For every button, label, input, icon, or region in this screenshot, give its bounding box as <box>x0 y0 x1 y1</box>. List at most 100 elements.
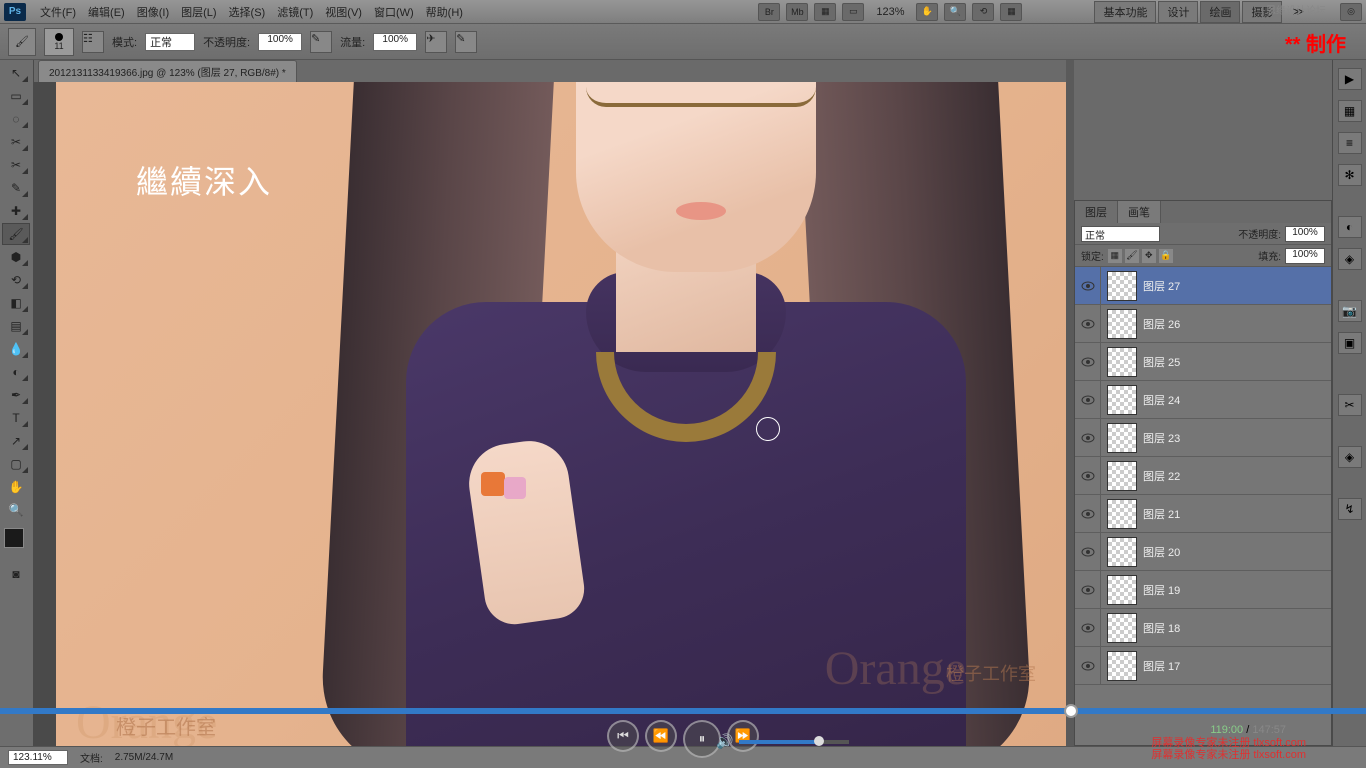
zoom-tool[interactable]: 🔍 <box>2 499 30 521</box>
blur-tool[interactable]: 💧 <box>2 338 30 360</box>
menu-file[interactable]: 文件(F) <box>34 4 82 20</box>
layer-visibility-icon[interactable] <box>1075 609 1101 646</box>
lock-transparent-icon[interactable]: ▦ <box>1108 249 1122 263</box>
quick-select-tool[interactable]: ✂ <box>2 131 30 153</box>
flow-input[interactable]: 100% <box>373 33 417 51</box>
tools-icon[interactable]: ✂ <box>1338 394 1362 416</box>
video-prev-button[interactable]: ⏮ <box>607 720 639 752</box>
airbrush-icon[interactable]: ✈ <box>425 31 447 53</box>
layer-thumbnail[interactable] <box>1107 613 1137 643</box>
layer-thumbnail[interactable] <box>1107 499 1137 529</box>
layer-visibility-icon[interactable] <box>1075 533 1101 570</box>
layer-visibility-icon[interactable] <box>1075 495 1101 532</box>
opacity-input[interactable]: 100% <box>258 33 302 51</box>
layers-tab[interactable]: 图层 <box>1075 201 1118 223</box>
layer-blend-mode[interactable]: 正常 <box>1081 226 1160 242</box>
opacity-pressure-icon[interactable]: ✎ <box>310 31 332 53</box>
layer-visibility-icon[interactable] <box>1075 381 1101 418</box>
color-swatches[interactable] <box>2 526 31 562</box>
layers-strip-icon[interactable]: ◈ <box>1338 446 1362 468</box>
layer-item[interactable]: 图层 22 <box>1075 457 1331 495</box>
brushes-tab[interactable]: 画笔 <box>1118 201 1161 223</box>
video-progress-handle[interactable] <box>1064 704 1078 718</box>
stamp-tool[interactable]: ⬢ <box>2 246 30 268</box>
layer-thumbnail[interactable] <box>1107 651 1137 681</box>
workspace-painting[interactable]: 绘画 <box>1200 1 1240 23</box>
bridge-icon[interactable]: Br <box>758 3 780 21</box>
pen-tool[interactable]: ✒ <box>2 384 30 406</box>
layer-visibility-icon[interactable] <box>1075 647 1101 684</box>
crop2-icon[interactable]: ▣ <box>1338 332 1362 354</box>
volume-icon[interactable]: 🔊 <box>716 733 733 750</box>
tablet-pressure-icon[interactable]: ✎ <box>455 31 477 53</box>
menu-help[interactable]: 帮助(H) <box>420 4 469 20</box>
navigator-icon[interactable]: ▶ <box>1338 68 1362 90</box>
extras-icon[interactable]: ▦ <box>814 3 836 21</box>
eraser-tool[interactable]: ◧ <box>2 292 30 314</box>
layer-item[interactable]: 图层 25 <box>1075 343 1331 381</box>
cslive-icon[interactable]: ◎ <box>1340 3 1362 21</box>
menu-filter[interactable]: 滤镜(T) <box>271 4 319 20</box>
document-tab[interactable]: 2012131133419366.jpg @ 123% (图层 27, RGB/… <box>38 60 297 82</box>
layer-thumbnail[interactable] <box>1107 537 1137 567</box>
video-rewind-button[interactable]: ⏪ <box>645 720 677 752</box>
menu-edit[interactable]: 编辑(E) <box>82 4 131 20</box>
brush-tool[interactable]: 🖌 <box>2 223 30 245</box>
hand-icon[interactable]: ✋ <box>916 3 938 21</box>
move-tool[interactable]: ↖ <box>2 62 30 84</box>
layer-item[interactable]: 图层 18 <box>1075 609 1331 647</box>
layer-visibility-icon[interactable] <box>1075 457 1101 494</box>
layer-visibility-icon[interactable] <box>1075 343 1101 380</box>
camera-icon[interactable]: 📷 <box>1338 300 1362 322</box>
layer-thumbnail[interactable] <box>1107 347 1137 377</box>
canvas[interactable]: Orange 繼續深入 橙子工作室 <box>34 82 1066 746</box>
screen-mode-icon[interactable]: ▭ <box>842 3 864 21</box>
paths-icon[interactable]: ↯ <box>1338 498 1362 520</box>
layer-item[interactable]: 图层 21 <box>1075 495 1331 533</box>
layer-opacity-input[interactable]: 100% <box>1285 226 1325 242</box>
status-zoom[interactable]: 123.11% <box>8 750 68 765</box>
type-tool[interactable]: T <box>2 407 30 429</box>
menu-view[interactable]: 视图(V) <box>319 4 368 20</box>
layer-item[interactable]: 图层 20 <box>1075 533 1331 571</box>
layer-thumbnail[interactable] <box>1107 575 1137 605</box>
gear-icon[interactable]: ✻ <box>1338 164 1362 186</box>
zoom-icon[interactable]: 🔍 <box>944 3 966 21</box>
rotate-icon[interactable]: ⟲ <box>972 3 994 21</box>
menu-image[interactable]: 图像(I) <box>131 4 175 20</box>
shape-tool[interactable]: ▢ <box>2 453 30 475</box>
layer-thumbnail[interactable] <box>1107 309 1137 339</box>
video-progress-bar[interactable] <box>0 708 1366 714</box>
layer-fill-input[interactable]: 100% <box>1285 248 1325 264</box>
arrange-icon[interactable]: ▦ <box>1000 3 1022 21</box>
swatches-icon[interactable]: ▦ <box>1338 100 1362 122</box>
panel-collapse-handle[interactable] <box>1066 60 1074 746</box>
layer-visibility-icon[interactable] <box>1075 419 1101 456</box>
volume-slider[interactable] <box>739 740 849 744</box>
styles-icon[interactable]: ◈ <box>1338 248 1362 270</box>
layer-item[interactable]: 图层 27 <box>1075 267 1331 305</box>
menu-window[interactable]: 窗口(W) <box>368 4 420 20</box>
layer-thumbnail[interactable] <box>1107 271 1137 301</box>
eyedropper-tool[interactable]: ✎ <box>2 177 30 199</box>
healing-tool[interactable]: ✚ <box>2 200 30 222</box>
minibridge-icon[interactable]: Mb <box>786 3 808 21</box>
layer-thumbnail[interactable] <box>1107 461 1137 491</box>
workspace-essentials[interactable]: 基本功能 <box>1094 1 1156 23</box>
layer-visibility-icon[interactable] <box>1075 267 1101 304</box>
workspace-design[interactable]: 设计 <box>1158 1 1198 23</box>
layer-visibility-icon[interactable] <box>1075 571 1101 608</box>
gradient-tool[interactable]: ▤ <box>2 315 30 337</box>
foreground-color[interactable] <box>4 528 24 548</box>
dodge-tool[interactable]: ◐ <box>2 361 30 383</box>
layer-item[interactable]: 图层 24 <box>1075 381 1331 419</box>
crop-tool[interactable]: ✂ <box>2 154 30 176</box>
quick-mask-icon[interactable]: ◙ <box>2 563 30 585</box>
layer-thumbnail[interactable] <box>1107 385 1137 415</box>
lock-all-icon[interactable]: 🔒 <box>1159 249 1173 263</box>
adjustments-icon[interactable]: ◐ <box>1338 216 1362 238</box>
tool-preset-icon[interactable]: 🖌 <box>8 28 36 56</box>
hand-tool[interactable]: ✋ <box>2 476 30 498</box>
layer-thumbnail[interactable] <box>1107 423 1137 453</box>
layer-item[interactable]: 图层 23 <box>1075 419 1331 457</box>
